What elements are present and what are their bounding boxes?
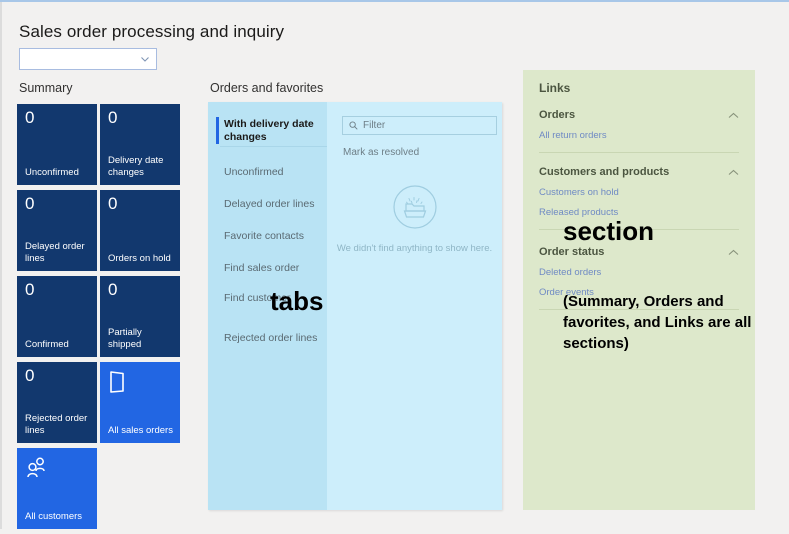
summary-tile[interactable]: 0 Confirmed xyxy=(17,276,97,357)
chevron-up-icon xyxy=(728,249,739,255)
links-group-header[interactable]: Order status xyxy=(539,246,739,258)
links-item[interactable]: Deleted orders xyxy=(539,267,739,278)
people-icon xyxy=(26,457,50,484)
annotation-note: (Summary, Orders and favorites, and Link… xyxy=(563,293,752,352)
page-title: Sales order processing and inquiry xyxy=(19,22,285,41)
window-left-rule xyxy=(0,2,2,529)
orders-and-favorites-section: With delivery date changes Unconfirmed Del… xyxy=(208,102,502,510)
annotation-tabs: tabs xyxy=(270,286,324,316)
chevron-up-icon xyxy=(728,112,739,118)
orders-favorites-section-heading: Orders and favorites xyxy=(210,81,324,95)
summary-tile-label: All sales orders xyxy=(108,424,173,436)
summary-tile-label: Delayed order lines xyxy=(25,241,85,264)
search-icon xyxy=(349,121,358,130)
summary-tile[interactable]: 0 Delayed order lines xyxy=(17,190,97,271)
workspace-filter-select[interactable] xyxy=(19,48,157,70)
summary-tile[interactable]: 0 Rejected order lines xyxy=(17,362,97,443)
summary-tile-label: Rejected order lines xyxy=(25,413,88,436)
summary-tile-grid: 0 Unconfirmed 0 Delivery date changes 0 Delay… xyxy=(17,104,187,534)
summary-tile-label: Delivery date changes xyxy=(108,155,164,178)
empty-folder-icon xyxy=(392,185,437,229)
summary-tile[interactable]: 0 Delivery date changes xyxy=(100,104,180,185)
filter-input[interactable]: Filter xyxy=(342,116,497,135)
links-section: Links Orders All return orders Customers a… xyxy=(523,70,755,510)
orders-favorites-tab[interactable]: With delivery date changes xyxy=(208,110,327,151)
chevron-down-icon xyxy=(141,57,149,62)
links-item[interactable]: Customers on hold xyxy=(539,187,739,198)
links-group: Orders All return orders xyxy=(539,109,739,153)
summary-tile[interactable]: 0 Partially shipped xyxy=(100,276,180,357)
summary-tile-count: 0 xyxy=(25,194,35,213)
summary-tile-label: Orders on hold xyxy=(108,252,171,264)
tab-separator xyxy=(220,146,327,147)
empty-state-message: We didn't find anything to show here. xyxy=(336,243,493,254)
document-icon xyxy=(110,371,124,393)
orders-favorites-tab[interactable]: Unconfirmed xyxy=(208,158,327,187)
links-item[interactable]: All return orders xyxy=(539,130,739,141)
empty-state: We didn't find anything to show here. xyxy=(327,182,502,254)
summary-tile[interactable]: 0 Unconfirmed xyxy=(17,104,97,185)
links-group-title: Customers and products xyxy=(539,166,670,178)
orders-favorites-tab[interactable]: Find sales order xyxy=(208,254,327,283)
summary-tile-count: 0 xyxy=(108,194,118,213)
summary-tile-count: 0 xyxy=(108,108,118,127)
links-group-title: Order status xyxy=(539,246,605,258)
summary-tile-label: Unconfirmed xyxy=(25,166,79,178)
chevron-up-icon xyxy=(728,169,739,175)
summary-tile-label: Confirmed xyxy=(25,338,69,350)
filter-input-placeholder: Filter xyxy=(363,120,386,131)
window-top-rule xyxy=(0,0,789,2)
summary-tile-label: All customers xyxy=(25,510,83,522)
links-group-title: Orders xyxy=(539,109,576,121)
orders-favorites-tab[interactable]: Favorite contacts xyxy=(208,222,327,251)
orders-favorites-tab-panel: Filter Mark as resolved We didn't find a… xyxy=(327,102,502,510)
links-divider xyxy=(539,152,739,153)
summary-section-heading: Summary xyxy=(19,81,73,95)
links-section-heading: Links xyxy=(539,81,571,95)
summary-tile-label: Partially shipped xyxy=(108,327,142,350)
summary-tile-count: 0 xyxy=(25,366,35,385)
summary-tile[interactable]: 0 Orders on hold xyxy=(100,190,180,271)
people-icon xyxy=(27,457,45,478)
summary-tile-count: 0 xyxy=(108,280,118,299)
links-group-header[interactable]: Orders xyxy=(539,109,739,121)
annotation-section: section xyxy=(563,216,655,246)
links-group-header[interactable]: Customers and products xyxy=(539,166,739,178)
summary-tile-count: 0 xyxy=(25,108,35,127)
orders-favorites-tab[interactable]: Delayed order lines xyxy=(208,190,327,219)
summary-tile[interactable]: All sales orders xyxy=(100,362,180,443)
document-icon xyxy=(109,371,129,398)
mark-as-resolved-button[interactable]: Mark as resolved xyxy=(343,147,419,158)
summary-tile-count: 0 xyxy=(25,280,35,299)
summary-tile[interactable]: All customers xyxy=(17,448,97,529)
orders-favorites-tab[interactable]: Rejected order lines xyxy=(208,324,327,353)
